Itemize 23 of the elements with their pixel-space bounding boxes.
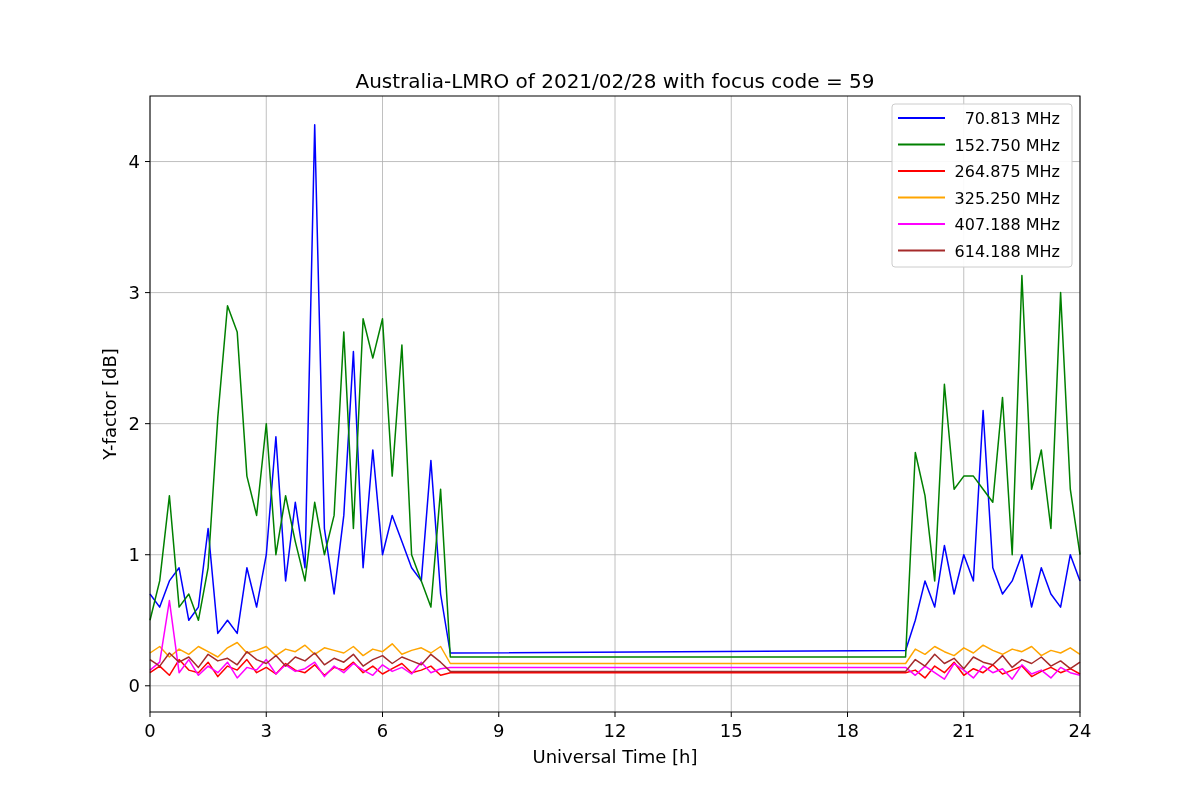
legend-label: 325.250 MHz bbox=[954, 188, 1060, 208]
chart-title: Australia-LMRO of 2021/02/28 with focus code = 59 bbox=[355, 69, 875, 93]
tick-label: 2 bbox=[128, 412, 140, 434]
tick-label: 9 bbox=[493, 720, 505, 741]
legend-label: 264.875 MHz bbox=[954, 162, 1060, 181]
x-axis-label: Universal Time [h] bbox=[532, 746, 698, 767]
tick-label: 12 bbox=[603, 720, 627, 741]
tick-label: 6 bbox=[376, 720, 389, 741]
tick-label: 1 bbox=[128, 543, 140, 565]
tick-label: 21 bbox=[952, 720, 976, 741]
tick-label: 18 bbox=[836, 720, 859, 741]
tick-label: 24 bbox=[1068, 720, 1092, 741]
tick-label: 15 bbox=[719, 720, 743, 741]
tick-label: 4 bbox=[128, 150, 140, 172]
y-axis-label: Y-factor [dB] bbox=[99, 348, 120, 460]
legend-label: 152.750 MHz bbox=[954, 135, 1060, 155]
tick-label: 3 bbox=[260, 720, 272, 741]
legend-label: 407.188 MHz bbox=[954, 215, 1060, 234]
tick-label: 0 bbox=[144, 720, 156, 741]
tick-label: 0 bbox=[128, 674, 140, 696]
legend-label: 614.188 MHz bbox=[954, 241, 1060, 261]
tick-label: 3 bbox=[128, 281, 140, 303]
legend-label: 70.813 MHz bbox=[964, 109, 1060, 128]
